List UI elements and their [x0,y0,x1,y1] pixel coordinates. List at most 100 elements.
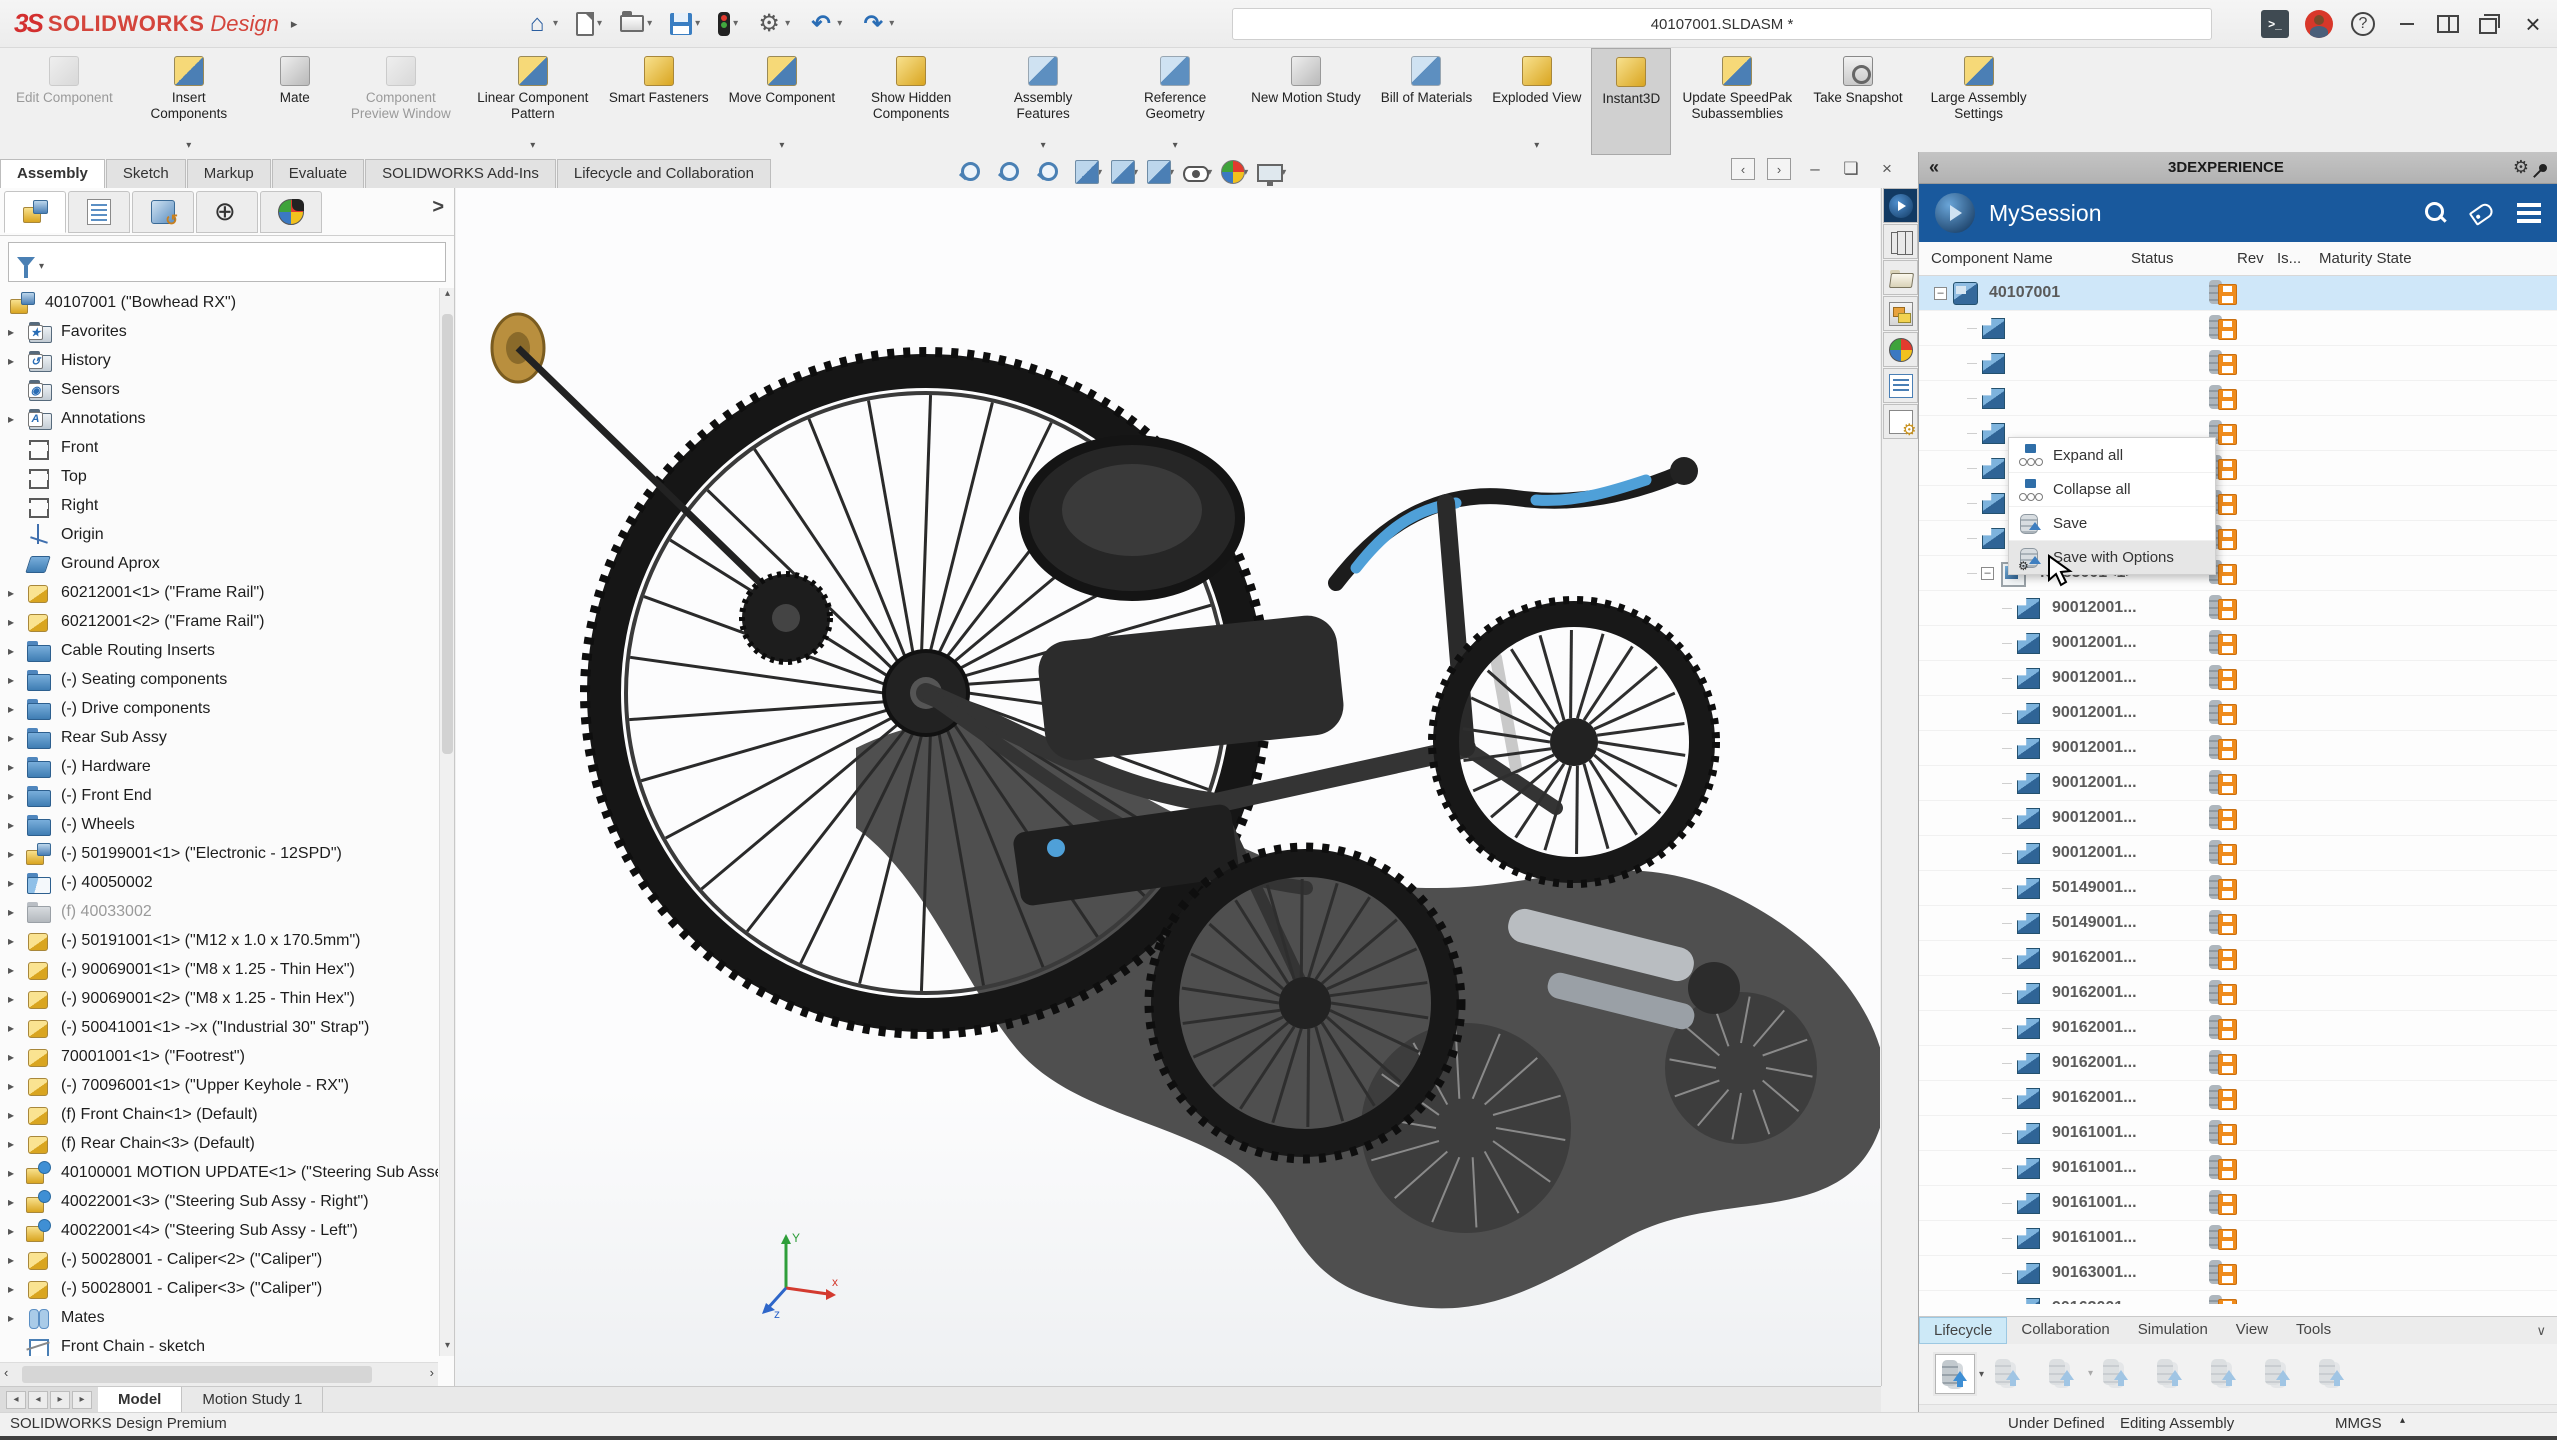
lifecycle-tool-button[interactable]: ▾ [2097,1354,2137,1394]
feature-tree-item[interactable]: ▸ Ground Aprox [0,549,438,578]
model-tab[interactable]: Model [98,1387,182,1412]
ribbon-button[interactable]: Smart Fasteners ▾ [599,48,719,155]
component-row[interactable]: 50149001... [1919,906,2557,941]
quick-access-button[interactable]: ▾ [856,8,898,40]
ribbon-button[interactable]: Update SpeedPak Subassemblies ▾ [1671,48,1803,155]
expand-arrow-icon[interactable]: ▸ [8,934,26,948]
expand-arrow-icon[interactable]: ▸ [8,1253,26,1267]
scroll-right-arrow[interactable]: › [430,1365,434,1380]
scroll-down-arrow[interactable]: ▾ [440,1340,455,1356]
titlebar-control-icon[interactable] [2349,10,2377,38]
dropdown-caret-icon[interactable]: ▾ [647,18,652,29]
column-rev[interactable]: Rev [2237,250,2277,267]
feature-tree-item[interactable]: ▸ (-) 50191001<1> ("M12 x 1.0 x 170.5mm"… [0,926,438,955]
component-row[interactable]: 90012001... [1919,836,2557,871]
dropdown-caret-icon[interactable]: ▾ [695,18,700,29]
scrollbar-thumb[interactable] [442,314,453,754]
component-row[interactable]: 90163001... [1919,1291,2557,1304]
expand-arrow-icon[interactable]: ▸ [8,702,26,716]
quick-access-button[interactable]: ▾ [666,10,704,38]
titlebar-control-icon[interactable] [2437,15,2459,33]
quick-access-button[interactable]: ▾ [752,8,794,40]
expand-arrow-icon[interactable]: ▸ [8,1108,26,1122]
titlebar-control-icon[interactable] [2519,10,2547,38]
feature-tree-item[interactable]: ▸ (-) Wheels [0,810,438,839]
feature-tree-item[interactable]: ▸ (f) 40033002 [0,897,438,926]
component-row[interactable]: 90012001... [1919,696,2557,731]
feature-tree-item[interactable]: ▸ Front [0,433,438,462]
search-icon[interactable] [2423,201,2447,225]
model-tab[interactable]: Motion Study 1 [182,1387,323,1412]
previous-tab-arrow[interactable]: ◂ [28,1391,48,1409]
ribbon-button[interactable]: Component Preview Window ▾ [335,48,467,155]
close-document-button[interactable]: × [1875,158,1899,180]
chainring[interactable] [742,574,830,662]
component-row[interactable]: 90012001... [1919,766,2557,801]
expand-arrow-icon[interactable]: ▸ [8,615,26,629]
command-tab[interactable]: SOLIDWORKS Add-Ins [365,159,556,188]
view-tool-button[interactable]: ▾ [1111,160,1138,184]
feature-tree-item[interactable]: ▸ A Annotations [0,404,438,433]
component-row[interactable]: 90162001... [1919,941,2557,976]
panel-tab[interactable] [4,191,66,233]
task-pane-tab[interactable] [1883,404,1918,439]
ribbon-button[interactable]: Assembly Features ▾ [977,48,1109,155]
feature-tree-item[interactable]: ▸ (-) 40050002 [0,868,438,897]
ribbon-button[interactable]: Show Hidden Components ▾ [845,48,977,155]
expand-arrow-icon[interactable]: ▸ [8,731,26,745]
minimize-document-button[interactable]: – [1803,158,1827,180]
dropdown-caret-icon[interactable]: ▾ [779,140,784,151]
lifecycle-tool-button[interactable]: ▾ [2259,1354,2299,1394]
ribbon-button[interactable]: Bill of Materials ▾ [1371,48,1483,155]
ribbon-button[interactable]: Linear Component Pattern ▾ [467,48,599,155]
first-tab-arrow[interactable]: ◂ [6,1391,26,1409]
dropdown-caret-icon[interactable]: ▾ [1173,140,1178,151]
titlebar-control-icon[interactable] [2475,10,2503,38]
dropdown-caret-icon[interactable]: ▾ [553,18,558,29]
tree-vertical-scrollbar[interactable]: ▴ ▾ [439,288,454,1356]
component-row[interactable] [1919,381,2557,416]
3dexperience-compass-icon[interactable] [1935,193,1975,233]
task-pane-tab[interactable] [1883,368,1918,403]
next-pane-button[interactable]: › [1767,158,1791,180]
view-tool-button[interactable]: ▾ [1036,160,1066,184]
component-row[interactable]: 90162001... [1919,1011,2557,1046]
task-pane-tab[interactable] [1883,332,1918,367]
command-tab[interactable]: Sketch [106,159,186,188]
panel-bottom-tab[interactable]: View [2222,1317,2282,1344]
expand-arrow-icon[interactable]: ▸ [8,1282,26,1296]
quick-access-button[interactable]: ▾ [520,8,562,40]
context-menu-item[interactable]: ⚙ Expand all [2009,438,2215,472]
feature-tree-item[interactable]: ▸ 40107001 ("Bowhead RX") [0,288,438,317]
expand-arrow-icon[interactable]: ▸ [8,992,26,1006]
seat[interactable] [1012,440,1347,907]
expand-arrow-icon[interactable]: ▸ [8,1224,26,1238]
lifecycle-tool-button[interactable]: ▾ [1989,1354,2029,1394]
last-tab-arrow[interactable]: ▸ [72,1391,92,1409]
component-row[interactable]: 90161001... [1919,1221,2557,1256]
dropdown-caret-icon[interactable]: ▾ [1534,140,1539,151]
feature-tree-item[interactable]: ▸ (-) 90069001<1> ("M8 x 1.25 - Thin Hex… [0,955,438,984]
tree-filter-box[interactable]: ▾ [8,242,446,282]
lifecycle-tool-button[interactable]: ▾ [1935,1354,1975,1394]
filter-funnel-icon[interactable] [17,257,35,268]
ribbon-button[interactable]: Exploded View ▾ [1482,48,1591,155]
restore-document-button[interactable]: ❏ [1839,158,1863,180]
lifecycle-tool-button[interactable]: ▾ [2313,1354,2353,1394]
view-tool-button[interactable]: ▾ [997,160,1027,184]
dropdown-caret-icon[interactable]: ▾ [1041,140,1046,151]
expand-arrow-icon[interactable]: ▸ [8,1050,26,1064]
feature-tree-item[interactable]: ▸ (-) Drive components [0,694,438,723]
dropdown-caret-icon[interactable]: ▾ [186,140,191,151]
feature-tree-item[interactable]: ▸ Top [0,462,438,491]
task-pane-tab[interactable] [1883,260,1918,295]
component-row[interactable]: 40107001 [1919,276,2557,311]
collapse-panel-icon[interactable]: « [1929,157,1939,178]
command-tab[interactable]: Assembly [0,159,105,188]
expand-arrow-icon[interactable]: ▸ [8,963,26,977]
scroll-up-arrow[interactable]: ▴ [440,288,455,304]
column-is[interactable]: Is... [2277,250,2319,267]
view-tool-button[interactable]: ▾ [1075,160,1102,184]
quick-access-button[interactable]: ▾ [616,12,656,35]
expand-arrow-icon[interactable]: ▸ [8,354,26,368]
